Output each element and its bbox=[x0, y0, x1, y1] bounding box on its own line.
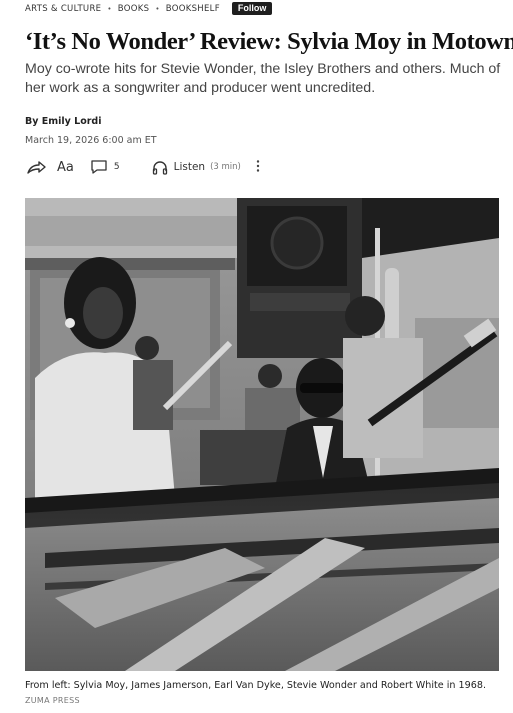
photo-credit: ZUMA PRESS bbox=[25, 696, 80, 705]
author-link[interactable]: Emily Lordi bbox=[42, 116, 102, 127]
more-options-button[interactable] bbox=[255, 159, 261, 175]
breadcrumb-separator: • bbox=[107, 4, 112, 13]
byline: By Emily Lordi bbox=[25, 116, 101, 127]
share-button[interactable] bbox=[25, 158, 47, 176]
listen-button[interactable]: Listen (3 min) bbox=[152, 160, 241, 175]
comments-button[interactable]: 5 bbox=[90, 159, 120, 175]
publish-date: March 19, 2026 6:00 am ET bbox=[25, 135, 157, 146]
photo-illustration bbox=[25, 198, 499, 671]
comment-icon bbox=[91, 160, 107, 174]
caption-text: From left: Sylvia Moy, James Jamerson, E… bbox=[25, 680, 486, 691]
breadcrumb-item-arts-culture[interactable]: ARTS & CULTURE bbox=[25, 4, 101, 14]
breadcrumb-item-books[interactable]: BOOKS bbox=[118, 4, 150, 14]
more-vertical-icon bbox=[256, 160, 260, 172]
article-headline: ‘It’s No Wonder’ Review: Sylvia Moy in M… bbox=[25, 28, 513, 55]
listen-duration: (3 min) bbox=[210, 162, 241, 172]
breadcrumb-separator: • bbox=[155, 4, 160, 13]
article-toolbar: Aa 5 Listen (3 min) bbox=[25, 155, 261, 179]
byline-prefix: By bbox=[25, 116, 39, 127]
photo-caption: From left: Sylvia Moy, James Jamerson, E… bbox=[25, 678, 505, 708]
breadcrumb: ARTS & CULTURE • BOOKS • BOOKSHELF Follo… bbox=[25, 0, 273, 17]
follow-button[interactable]: Follow bbox=[231, 2, 273, 15]
breadcrumb-item-bookshelf[interactable]: BOOKSHELF bbox=[166, 4, 220, 14]
text-size-button[interactable]: Aa bbox=[57, 160, 74, 175]
listen-label: Listen bbox=[173, 161, 206, 173]
article-dek: Moy co-wrote hits for Stevie Wonder, the… bbox=[25, 61, 501, 96]
article-photo bbox=[25, 198, 499, 671]
headphones-icon bbox=[152, 160, 167, 175]
share-icon bbox=[27, 161, 46, 174]
comment-count: 5 bbox=[113, 162, 120, 172]
